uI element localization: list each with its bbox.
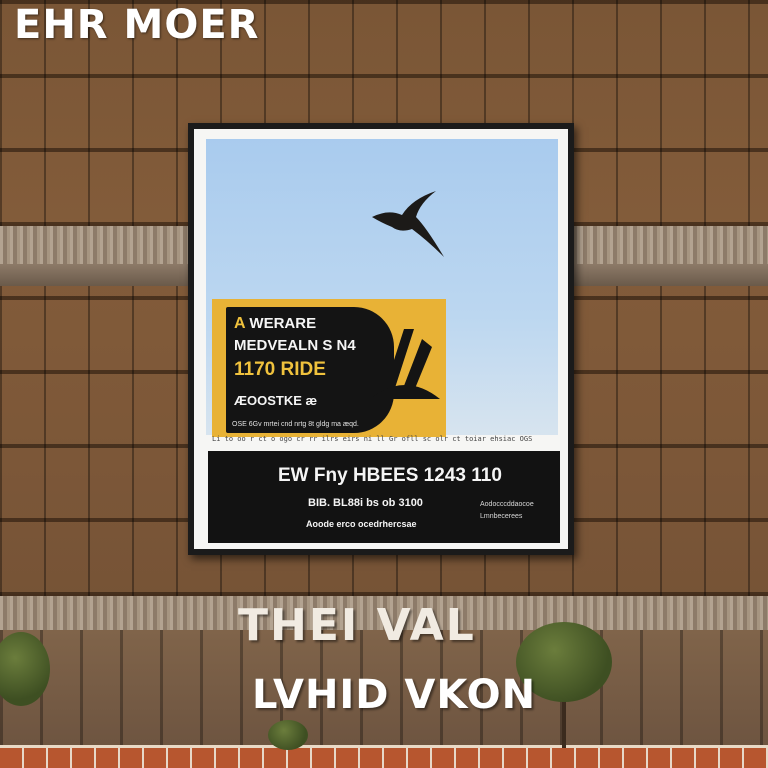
band-side-line-2: Lmnbecerees <box>480 513 523 520</box>
wall-sign-line-1: THEI VAL <box>238 600 476 651</box>
band-headline: EW Fny HBEES 1243 110 <box>278 465 502 486</box>
stripes-logo-icon <box>370 329 440 399</box>
poster: A WERARE MEDVEALN S N4 1170 RIDE ÆOOSTKE… <box>188 123 574 555</box>
shrub-small <box>268 720 308 750</box>
promo-card-panel: A WERARE MEDVEALN S N4 1170 RIDE ÆOOSTKE… <box>226 307 394 433</box>
brick-row <box>0 745 768 768</box>
band-line-3: Aoode erco ocedrhercsae <box>306 519 417 529</box>
poster-fine-print: Li to oo r ct o ogo cr rr ilrs eirs ni l… <box>212 435 533 443</box>
page-title: EHR MOER <box>14 2 260 48</box>
poster-paper: A WERARE MEDVEALN S N4 1170 RIDE ÆOOSTKE… <box>194 129 568 549</box>
band-line-2: BIB. BL88i bs ob 3100 <box>308 497 423 509</box>
promo-line-1: A WERARE <box>234 315 316 333</box>
promo-line-3: 1170 RIDE <box>234 359 326 380</box>
promo-line-2: MEDVEALN S N4 <box>234 337 356 354</box>
bird-icon <box>372 191 444 257</box>
poster-info-band: EW Fny HBEES 1243 110 BIB. BL88i bs ob 3… <box>208 451 560 543</box>
band-side-text: Aodocccddaocoe Lmnbecerees <box>480 499 534 523</box>
band-side-line-1: Aodocccddaocoe <box>480 501 534 508</box>
tree-trunk <box>562 698 566 748</box>
promo-line-1a: A <box>234 315 245 332</box>
promo-fine-text: OSE 6Gv mrtei cnd nrtg 8t gldg ma æqd. <box>232 421 359 428</box>
promo-line-1b: WERARE <box>249 315 317 332</box>
promo-card: A WERARE MEDVEALN S N4 1170 RIDE ÆOOSTKE… <box>212 299 446 437</box>
promo-line-4: ÆOOSTKE æ <box>234 393 318 408</box>
wall-sign-line-2: LVHID VKON <box>252 672 537 718</box>
